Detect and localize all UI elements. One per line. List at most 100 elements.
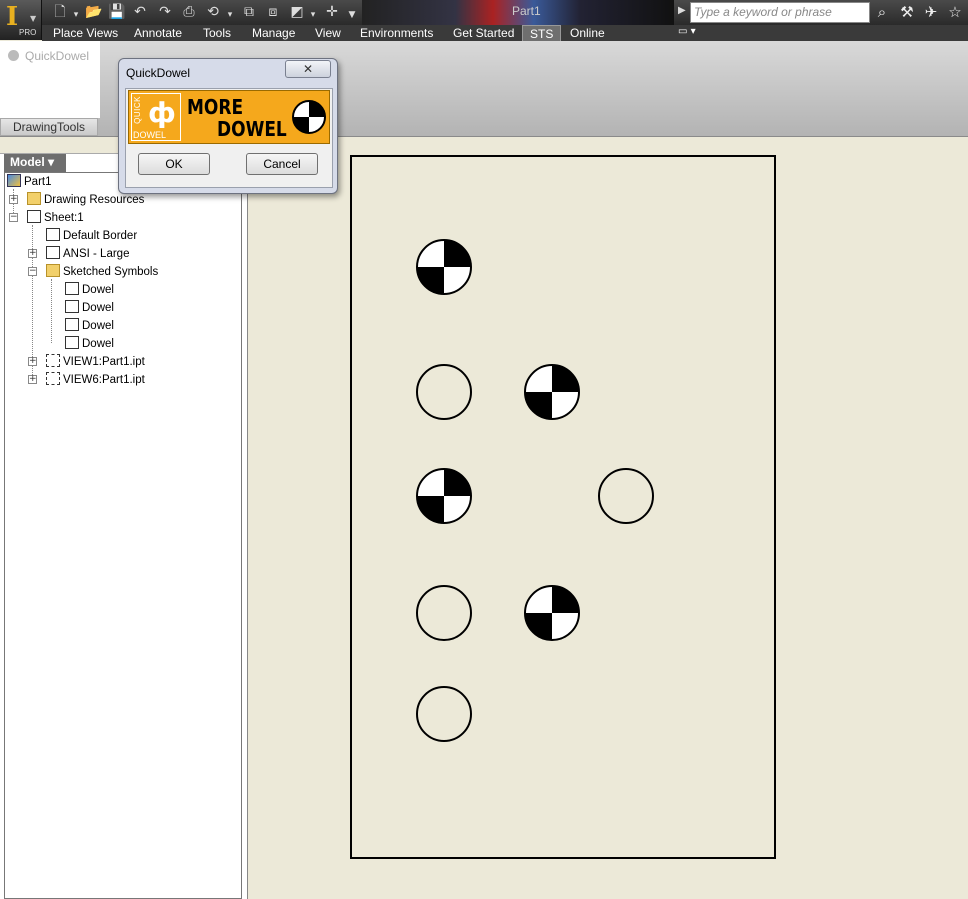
dowel-symbol[interactable]	[524, 364, 580, 420]
tree-node-dowel[interactable]: Dowel	[65, 335, 114, 353]
logo-quick-text: QUICK	[133, 96, 142, 124]
tab-place-views[interactable]: Place Views	[53, 25, 118, 41]
tab-environments[interactable]: Environments	[360, 25, 433, 41]
measure-icon[interactable]: ✛	[322, 3, 342, 21]
collapse-toggle[interactable]: −	[9, 213, 18, 222]
folder-icon	[27, 192, 41, 205]
quickdowel-icon	[8, 50, 19, 61]
ribbon-options-icon[interactable]: ▭ ▾	[678, 26, 696, 37]
title-bar: Part1 🗋 ▾ 📂 💾 ↶ ↷ ⎙ ⟲ ▾ ⧉ ⧈ ◩ ▾ ✛ ▼ ▶ Ty…	[0, 0, 968, 25]
tree-node-dowel[interactable]: Dowel	[65, 317, 114, 335]
sheet-icon	[27, 210, 41, 223]
favorites-star-icon[interactable]: ☆	[944, 2, 966, 22]
banner-text-more: MORE	[187, 95, 244, 119]
ok-button[interactable]: OK	[138, 153, 210, 175]
cancel-button[interactable]: Cancel	[246, 153, 318, 175]
tab-annotate[interactable]: Annotate	[134, 25, 182, 41]
tree-node-sketched-symbols[interactable]: Sketched Symbols	[46, 263, 158, 281]
appearance-dropdown-icon[interactable]: ▾	[303, 6, 323, 24]
tree-node-dowel[interactable]: Dowel	[65, 281, 114, 299]
tree-node-sheet[interactable]: Sheet:1	[27, 209, 84, 227]
tree-node-default-border[interactable]: Default Border	[46, 227, 137, 245]
application-menu-button[interactable]: I ▼ PRO	[0, 0, 42, 40]
info-center-arrow-icon[interactable]: ▶	[678, 5, 686, 16]
tree-label: Sheet:1	[44, 212, 84, 224]
tree-node-view6[interactable]: VIEW6:Part1.ipt	[46, 371, 145, 389]
search-input[interactable]: Type a keyword or phrase	[690, 2, 870, 23]
save-icon[interactable]: 💾	[107, 3, 127, 21]
drawing-tools-panel: QuickDowel	[0, 41, 100, 118]
dowel-symbol[interactable]	[524, 585, 580, 641]
tree-label: Dowel	[82, 320, 114, 332]
subscription-icon[interactable]: ⚒	[896, 2, 918, 22]
dowel-hole[interactable]	[416, 364, 472, 420]
quickdowel-dialog: QuickDowel ✕ QUICK ф DOWEL MORE DOWEL OK…	[118, 58, 338, 194]
tab-manage[interactable]: Manage	[252, 25, 295, 41]
communication-icon[interactable]: ✈	[920, 2, 942, 22]
new-dropdown-icon[interactable]: ▾	[66, 6, 86, 24]
open-icon[interactable]: 📂	[84, 3, 104, 21]
binoculars-icon[interactable]: ⌕	[871, 2, 893, 22]
model-tab[interactable]: Model ▾	[4, 154, 66, 172]
symbol-icon	[65, 300, 79, 313]
tree-node-dowel[interactable]: Dowel	[65, 299, 114, 317]
symbol-icon	[65, 318, 79, 331]
tab-view[interactable]: View	[315, 25, 341, 41]
tree-node-view1[interactable]: VIEW1:Part1.ipt	[46, 353, 145, 371]
panel-label[interactable]: DrawingTools	[0, 118, 98, 136]
tree-label: Part1	[24, 176, 52, 188]
select-icon[interactable]: ⧈	[263, 3, 283, 21]
drawing-canvas[interactable]	[248, 138, 968, 899]
tab-online[interactable]: Online	[570, 25, 605, 41]
border-icon	[46, 228, 60, 241]
tree-node-ansi-large[interactable]: ANSI - Large	[46, 245, 129, 263]
close-button[interactable]: ✕	[285, 60, 331, 78]
dowel-hole[interactable]	[416, 686, 472, 742]
print-icon[interactable]: ⎙	[179, 3, 199, 21]
tab-get-started[interactable]: Get Started	[453, 25, 514, 41]
tree-label: Dowel	[82, 284, 114, 296]
symbol-icon	[65, 336, 79, 349]
tab-sts[interactable]: STS	[522, 25, 562, 41]
redo-icon[interactable]: ↷	[155, 3, 175, 21]
drawing-sheet[interactable]	[350, 155, 776, 859]
title-block-icon	[46, 246, 60, 259]
quickdowel-ribbon-label: QuickDowel	[25, 49, 90, 63]
dowel-symbol[interactable]	[416, 239, 472, 295]
quickdowel-banner: QUICK ф DOWEL MORE DOWEL	[128, 90, 330, 144]
logo-dowel-text: DOWEL	[133, 130, 167, 140]
tree-label: Dowel	[82, 338, 114, 350]
app-menu-arrow-icon: ▼	[30, 14, 37, 23]
quickdowel-logo: QUICK ф DOWEL	[131, 93, 181, 141]
tree-label: Sketched Symbols	[63, 266, 159, 278]
tree-node-part1[interactable]: Part1	[7, 173, 52, 191]
customize-dropdown-icon[interactable]: ▼	[342, 6, 362, 24]
tab-tools[interactable]: Tools	[203, 25, 231, 41]
view-icon	[46, 354, 60, 367]
dowel-symbol-icon	[292, 100, 326, 134]
quickdowel-ribbon-button[interactable]: QuickDowel	[8, 49, 89, 63]
tree-label: VIEW1:Part1.ipt	[63, 356, 145, 368]
expand-toggle[interactable]: +	[9, 195, 18, 204]
dowel-hole[interactable]	[598, 468, 654, 524]
dowel-symbol[interactable]	[416, 468, 472, 524]
model-browser: Model ▾ Part1 + Drawing Resources − Shee…	[0, 138, 248, 899]
collapse-toggle[interactable]: −	[28, 267, 37, 276]
expand-toggle[interactable]: +	[28, 357, 37, 366]
undo-icon[interactable]: ↶	[130, 3, 150, 21]
dowel-hole[interactable]	[416, 585, 472, 641]
expand-toggle[interactable]: +	[28, 375, 37, 384]
expand-toggle[interactable]: +	[28, 249, 37, 258]
dialog-title: QuickDowel	[126, 66, 191, 80]
tree-label: Dowel	[82, 302, 114, 314]
tree-label: Default Border	[63, 230, 138, 242]
tree-line	[51, 279, 52, 343]
tree-label: ANSI - Large	[63, 248, 130, 260]
inventor-logo-icon: I	[6, 2, 19, 32]
banner-text-dowel: DOWEL	[217, 117, 287, 141]
logo-glyph-icon: ф	[148, 96, 176, 129]
part-icon	[7, 174, 21, 187]
return-dropdown-icon[interactable]: ▾	[220, 6, 240, 24]
document-title: Part1	[362, 0, 674, 25]
update-icon[interactable]: ⧉	[239, 3, 259, 21]
